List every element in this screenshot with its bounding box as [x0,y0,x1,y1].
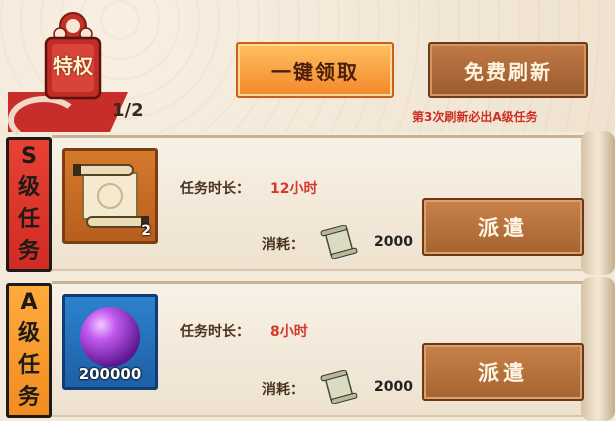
dispatch-button[interactable]: 派遣 [422,343,584,401]
grade-letter: A [20,290,38,315]
dispatch-button[interactable]: 派遣 [422,198,584,256]
scroll-end-decoration [581,131,615,275]
claim-counter: 1/2 [112,100,144,121]
claim-all-button[interactable]: 一键领取 [236,42,394,98]
scroll-end-decoration [581,277,615,421]
item-count: 2 [141,223,151,239]
refresh-tip: 第3次刷新必出A级任务 [412,110,538,124]
grade-char: 任 [17,207,40,232]
grade-tag-a: A 级 任 务 [6,283,52,418]
cost-label: 消耗： [262,237,304,253]
grade-char: 级 [17,175,40,200]
grade-tag-s: S 级 任 务 [6,137,52,272]
grade-char: 务 [17,385,40,410]
free-refresh-button[interactable]: 免费刷新 [428,42,588,98]
cost-label: 消耗： [262,382,304,398]
cost-value: 2000 [374,234,413,250]
duration-label: 任务时长： [180,181,250,197]
privilege-badge-text-1: 特权 [53,54,93,78]
cost-value: 2000 [374,379,413,395]
duration-value: 8小时 [270,324,308,340]
mission-row-a: A 级 任 务 200000 任务时长： 8小时 消耗： 2000 派遣 [0,277,615,421]
grade-letter: S [21,144,37,169]
grade-char: 务 [17,239,40,264]
item-count: 200000 [78,365,142,383]
duration-label: 任务时长： [180,324,250,340]
grade-char: 任 [17,353,40,378]
scroll-cost-icon [320,225,358,259]
reward-item-slot[interactable]: 200000 [62,294,158,390]
mission-row-s: S 级 任 务 2 任务时长： 12小时 消耗： 2000 派遣 [0,131,615,275]
duration-value: 12小时 [270,181,318,197]
scroll-cost-icon [320,370,358,404]
reward-item-slot[interactable]: 2 [62,148,158,244]
grade-char: 级 [17,321,40,346]
